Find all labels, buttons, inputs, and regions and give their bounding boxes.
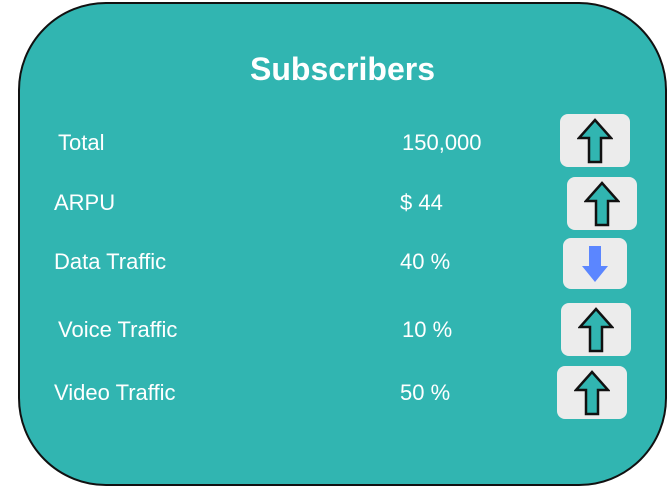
row-value-video-traffic: 50 % <box>400 380 451 405</box>
subscribers-card: Subscribers Total 150,000 ARPU $ 44 Data… <box>18 2 667 486</box>
trend-button-video-traffic[interactable] <box>557 366 627 419</box>
down-arrow-icon <box>582 245 608 282</box>
row-value-voice-traffic: 10 % <box>402 317 453 342</box>
row-label-arpu: ARPU <box>54 190 116 215</box>
trend-button-voice-traffic[interactable] <box>561 303 631 356</box>
row-value-total: 150,000 <box>402 130 482 155</box>
row-label-voice-traffic: Voice Traffic <box>58 317 178 342</box>
up-arrow-icon <box>584 180 620 226</box>
trend-button-arpu[interactable] <box>567 177 637 230</box>
row-value-arpu: $ 44 <box>400 190 443 215</box>
trend-button-data-traffic[interactable] <box>563 238 627 289</box>
up-arrow-icon <box>577 117 613 163</box>
row-label-total: Total <box>58 130 105 155</box>
row-label-data-traffic: Data Traffic <box>54 249 167 274</box>
up-arrow-icon <box>574 369 610 415</box>
up-arrow-icon <box>578 306 614 352</box>
trend-button-total[interactable] <box>560 114 630 167</box>
row-value-data-traffic: 40 % <box>400 249 451 274</box>
card-title: Subscribers <box>250 51 435 87</box>
row-label-video-traffic: Video Traffic <box>54 380 176 405</box>
